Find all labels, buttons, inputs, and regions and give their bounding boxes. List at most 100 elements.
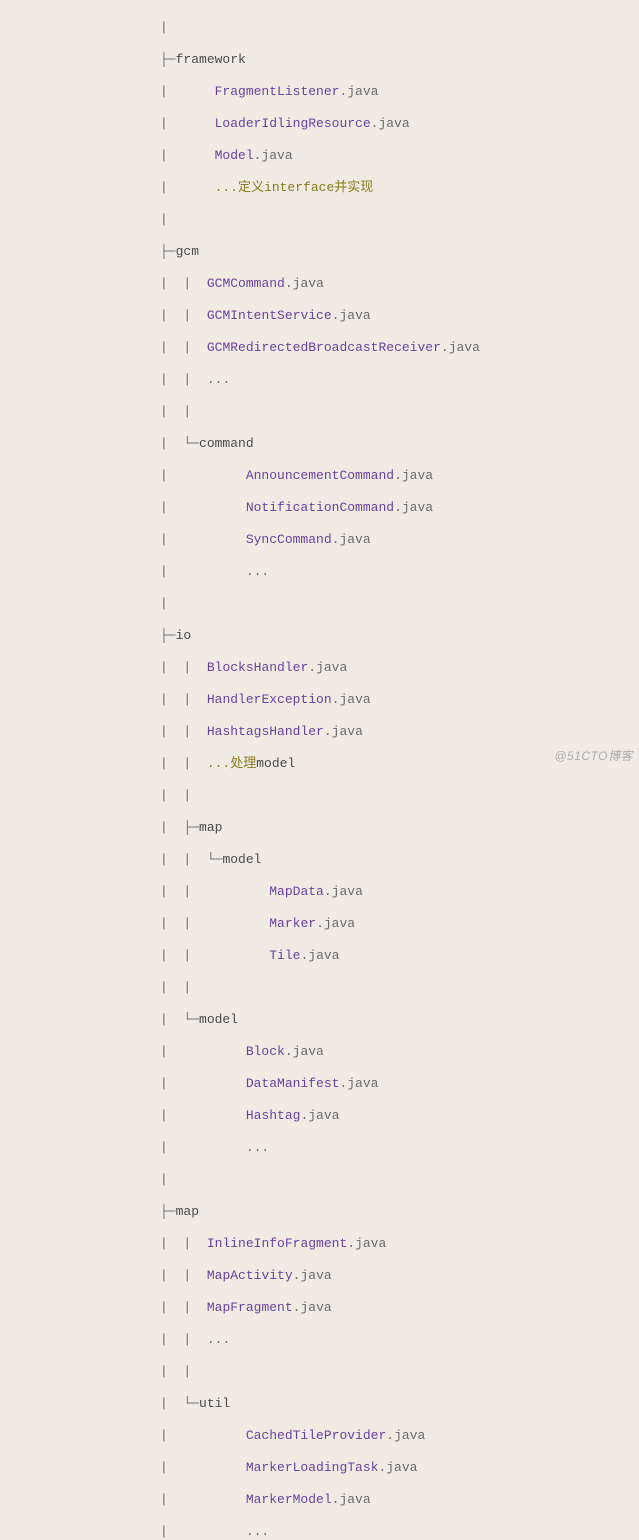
class-name: Tile — [269, 948, 300, 963]
tree-line: | └─model — [0, 1012, 639, 1028]
tree-line: | Hashtag.java — [0, 1108, 639, 1124]
tree-line: | | HandlerException.java — [0, 692, 639, 708]
tree-line: | — [0, 212, 639, 228]
tree-line: | | — [0, 1364, 639, 1380]
tree-line: | | — [0, 980, 639, 996]
tree-line: | | MapFragment.java — [0, 1300, 639, 1316]
tree-line: | FragmentListener.java — [0, 84, 639, 100]
tree-line: | Block.java — [0, 1044, 639, 1060]
tree-line: | | ... — [0, 1332, 639, 1348]
file-ext: .java — [285, 1044, 324, 1059]
tree-line: | ...定义interface并实现 — [0, 180, 639, 196]
file-ext: .java — [378, 1460, 417, 1475]
tree-line: | | HashtagsHandler.java — [0, 724, 639, 740]
folder-framework: framework — [176, 52, 246, 67]
class-name: SyncCommand — [246, 532, 332, 547]
tree-line: | NotificationCommand.java — [0, 500, 639, 516]
cn-text: ...处理 — [207, 756, 256, 771]
tree-line: ├─io — [0, 628, 639, 644]
class-name: Hashtag — [246, 1108, 301, 1123]
class-name: GCMRedirectedBroadcastReceiver — [207, 340, 441, 355]
class-name: AnnouncementCommand — [246, 468, 394, 483]
class-name: Model — [215, 148, 254, 163]
tree-line: | └─command — [0, 436, 639, 452]
tree-line: | | GCMIntentService.java — [0, 308, 639, 324]
tree-line: | DataManifest.java — [0, 1076, 639, 1092]
class-name: LoaderIdlingResource — [215, 116, 371, 131]
file-ext: .java — [324, 884, 363, 899]
tree-line: | | BlocksHandler.java — [0, 660, 639, 676]
class-name: HashtagsHandler — [207, 724, 324, 739]
ellipsis: ... — [246, 564, 269, 579]
tree-line: | — [0, 1172, 639, 1188]
file-ext: .java — [300, 948, 339, 963]
tree-line: ├─gcm — [0, 244, 639, 260]
file-ext: .java — [371, 116, 410, 131]
tree-line: | AnnouncementCommand.java — [0, 468, 639, 484]
file-ext: .java — [332, 532, 371, 547]
tree-line: | | Tile.java — [0, 948, 639, 964]
class-name: DataManifest — [246, 1076, 340, 1091]
folder-model: model — [222, 852, 261, 867]
cn-text: 并实现 — [334, 180, 373, 195]
folder-map: map — [176, 1204, 199, 1219]
file-ext: .java — [339, 84, 378, 99]
class-name: InlineInfoFragment — [207, 1236, 347, 1251]
class-name: HandlerException — [207, 692, 332, 707]
file-ext: .java — [285, 276, 324, 291]
tree-line: | | └─model — [0, 852, 639, 868]
cn-text: ...定义 — [215, 180, 264, 195]
folder-model: model — [199, 1012, 238, 1027]
code-tree: | ├─framework | FragmentListener.java | … — [0, 4, 639, 1540]
file-ext: .java — [254, 148, 293, 163]
tree-line: | ├─map — [0, 820, 639, 836]
tree-line: | | — [0, 788, 639, 804]
tree-line: | ... — [0, 564, 639, 580]
file-ext: .java — [332, 1492, 371, 1507]
ellipsis: ... — [246, 1524, 269, 1539]
file-ext: .java — [293, 1300, 332, 1315]
class-name: FragmentListener — [215, 84, 340, 99]
file-ext: .java — [347, 1236, 386, 1251]
folder-util: util — [199, 1396, 230, 1411]
class-name: Block — [246, 1044, 285, 1059]
class-name: Marker — [269, 916, 316, 931]
cn-text: model — [256, 756, 295, 771]
tree-line: ├─framework — [0, 52, 639, 68]
tree-line: | └─util — [0, 1396, 639, 1412]
tree-line: ├─map — [0, 1204, 639, 1220]
file-ext: .java — [332, 308, 371, 323]
tree-line: | | Marker.java — [0, 916, 639, 932]
file-ext: .java — [316, 916, 355, 931]
folder-map: map — [199, 820, 222, 835]
tree-line: | CachedTileProvider.java — [0, 1428, 639, 1444]
tree-line: | — [0, 596, 639, 612]
tree-line: | | GCMRedirectedBroadcastReceiver.java — [0, 340, 639, 356]
tree-line: | | InlineInfoFragment.java — [0, 1236, 639, 1252]
tree-line: | | MapActivity.java — [0, 1268, 639, 1284]
tree-line: | — [0, 20, 639, 36]
tree-line: | | — [0, 404, 639, 420]
class-name: BlocksHandler — [207, 660, 308, 675]
tree-line: | LoaderIdlingResource.java — [0, 116, 639, 132]
tree-line: | | ... — [0, 372, 639, 388]
folder-gcm: gcm — [176, 244, 199, 259]
tree-line: | ... — [0, 1140, 639, 1156]
class-name: MarkerModel — [246, 1492, 332, 1507]
tree-line: | SyncCommand.java — [0, 532, 639, 548]
watermark: @51CTO博客 — [554, 748, 633, 764]
keyword-interface: interface — [264, 180, 334, 195]
folder-command: command — [199, 436, 254, 451]
file-ext: .java — [441, 340, 480, 355]
tree-line: | | GCMCommand.java — [0, 276, 639, 292]
class-name: MapData — [269, 884, 324, 899]
class-name: MapFragment — [207, 1300, 293, 1315]
file-ext: .java — [332, 692, 371, 707]
ellipsis: ... — [207, 372, 230, 387]
folder-io: io — [176, 628, 192, 643]
tree-line: | MarkerModel.java — [0, 1492, 639, 1508]
file-ext: .java — [394, 468, 433, 483]
file-ext: .java — [308, 660, 347, 675]
file-ext: .java — [300, 1108, 339, 1123]
tree-line: | Model.java — [0, 148, 639, 164]
